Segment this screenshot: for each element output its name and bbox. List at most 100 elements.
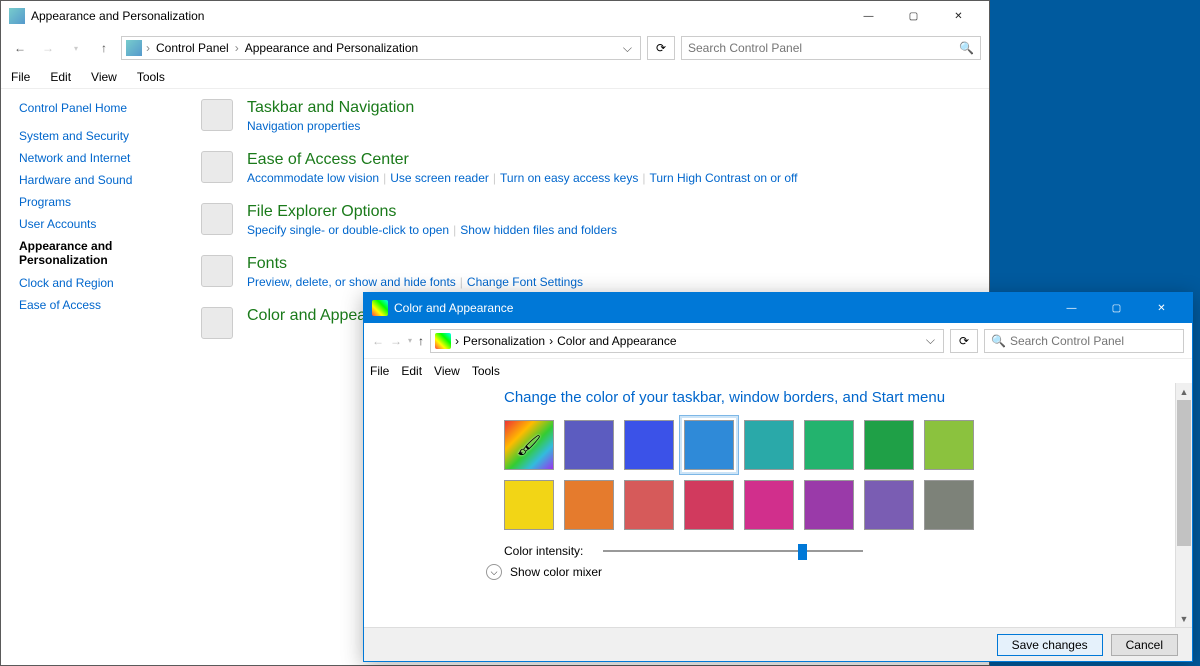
category-links: Navigation properties bbox=[247, 119, 414, 133]
category-sublink[interactable]: Navigation properties bbox=[247, 119, 360, 133]
search-input[interactable] bbox=[688, 41, 959, 55]
maximize-button[interactable]: ▢ bbox=[891, 2, 936, 30]
page-heading: Change the color of your taskbar, window… bbox=[504, 389, 1145, 406]
color-swatch[interactable] bbox=[924, 420, 974, 470]
category-sublink[interactable]: Turn on easy access keys bbox=[500, 171, 638, 185]
maximize-button[interactable]: ▢ bbox=[1094, 294, 1139, 322]
color-swatch[interactable] bbox=[804, 420, 854, 470]
vertical-scrollbar[interactable]: ▲ ▼ bbox=[1175, 383, 1192, 627]
cancel-button[interactable]: Cancel bbox=[1111, 634, 1178, 656]
intensity-label: Color intensity: bbox=[504, 544, 583, 558]
color-swatch[interactable] bbox=[624, 420, 674, 470]
breadcrumb-item[interactable]: Color and Appearance bbox=[557, 334, 676, 348]
back-button[interactable]: ← bbox=[9, 37, 31, 59]
search-icon: 🔍 bbox=[959, 41, 974, 55]
breadcrumb-item[interactable]: Control Panel bbox=[154, 41, 231, 55]
scroll-up-arrow[interactable]: ▲ bbox=[1176, 383, 1192, 400]
category-sublink[interactable]: Turn High Contrast on or off bbox=[649, 171, 797, 185]
color-swatch[interactable] bbox=[864, 480, 914, 530]
category-links: Accommodate low vision | Use screen read… bbox=[247, 171, 798, 185]
recent-dropdown[interactable]: ▾ bbox=[65, 37, 87, 59]
search-box[interactable]: 🔍 bbox=[681, 36, 981, 60]
menu-file[interactable]: File bbox=[370, 364, 389, 378]
sidebar-item-network[interactable]: Network and Internet bbox=[19, 151, 171, 165]
refresh-button[interactable]: ⟳ bbox=[950, 329, 978, 353]
mixer-label: Show color mixer bbox=[510, 565, 602, 579]
category-sublink[interactable]: Show hidden files and folders bbox=[460, 223, 617, 237]
category-heading[interactable]: Taskbar and Navigation bbox=[247, 99, 414, 117]
category-sublink[interactable]: Change Font Settings bbox=[467, 275, 583, 289]
color-swatch[interactable] bbox=[684, 420, 734, 470]
color-swatch[interactable] bbox=[504, 420, 554, 470]
intensity-slider[interactable] bbox=[603, 550, 863, 552]
breadcrumb-item[interactable]: Personalization bbox=[463, 334, 545, 348]
address-bar[interactable]: › Personalization › Color and Appearance… bbox=[430, 329, 944, 353]
sidebar-item-appearance[interactable]: Appearance and Personalization bbox=[19, 239, 171, 268]
category-heading[interactable]: Fonts bbox=[247, 255, 583, 273]
up-button[interactable]: ↑ bbox=[418, 334, 424, 348]
sidebar-item-ease[interactable]: Ease of Access bbox=[19, 298, 171, 312]
color-swatch[interactable] bbox=[744, 480, 794, 530]
category-icon bbox=[201, 203, 233, 235]
color-swatch[interactable] bbox=[924, 480, 974, 530]
menu-file[interactable]: File bbox=[7, 68, 34, 86]
color-swatch[interactable] bbox=[744, 420, 794, 470]
refresh-button[interactable]: ⟳ bbox=[647, 36, 675, 60]
category-row: File Explorer Options Specify single- or… bbox=[201, 203, 969, 237]
address-dropdown[interactable]: ⌵ bbox=[619, 41, 636, 56]
address-icon bbox=[126, 40, 142, 56]
color-swatch[interactable] bbox=[804, 480, 854, 530]
address-dropdown[interactable]: ⌵ bbox=[922, 333, 939, 348]
menu-edit[interactable]: Edit bbox=[401, 364, 422, 378]
color-swatch[interactable] bbox=[564, 420, 614, 470]
titlebar: Color and Appearance — ▢ ✕ bbox=[364, 293, 1192, 323]
scroll-thumb[interactable] bbox=[1177, 400, 1191, 546]
sidebar-item-home[interactable]: Control Panel Home bbox=[19, 101, 171, 115]
titlebar: Appearance and Personalization — ▢ ✕ bbox=[1, 1, 989, 31]
sidebar-item-users[interactable]: User Accounts bbox=[19, 217, 171, 231]
save-changes-button[interactable]: Save changes bbox=[997, 634, 1103, 656]
forward-button[interactable]: → bbox=[390, 334, 402, 348]
address-bar[interactable]: › Control Panel › Appearance and Persona… bbox=[121, 36, 641, 60]
minimize-button[interactable]: — bbox=[846, 2, 891, 30]
menu-edit[interactable]: Edit bbox=[46, 68, 75, 86]
menu-tools[interactable]: Tools bbox=[472, 364, 500, 378]
color-swatch-grid bbox=[504, 420, 1145, 530]
minimize-button[interactable]: — bbox=[1049, 294, 1094, 322]
sidebar-item-programs[interactable]: Programs bbox=[19, 195, 171, 209]
menu-view[interactable]: View bbox=[434, 364, 460, 378]
recent-dropdown[interactable]: ▾ bbox=[408, 336, 412, 345]
address-icon bbox=[435, 333, 451, 349]
color-swatch[interactable] bbox=[504, 480, 554, 530]
sidebar-item-clock[interactable]: Clock and Region bbox=[19, 276, 171, 290]
close-button[interactable]: ✕ bbox=[1139, 294, 1184, 322]
color-swatch[interactable] bbox=[864, 420, 914, 470]
back-button[interactable]: ← bbox=[372, 334, 384, 348]
search-box[interactable]: 🔍 bbox=[984, 329, 1184, 353]
color-swatch[interactable] bbox=[684, 480, 734, 530]
category-heading[interactable]: File Explorer Options bbox=[247, 203, 617, 221]
category-sublink[interactable]: Specify single- or double-click to open bbox=[247, 223, 449, 237]
category-sublink[interactable]: Accommodate low vision bbox=[247, 171, 379, 185]
menu-bar: File Edit View Tools bbox=[1, 65, 989, 89]
forward-button[interactable]: → bbox=[37, 37, 59, 59]
scroll-down-arrow[interactable]: ▼ bbox=[1176, 610, 1192, 627]
category-row: Taskbar and Navigation Navigation proper… bbox=[201, 99, 969, 133]
sidebar-item-hardware[interactable]: Hardware and Sound bbox=[19, 173, 171, 187]
category-sublink[interactable]: Preview, delete, or show and hide fonts bbox=[247, 275, 456, 289]
search-input[interactable] bbox=[1010, 334, 1177, 348]
slider-thumb[interactable] bbox=[798, 544, 807, 560]
menu-tools[interactable]: Tools bbox=[133, 68, 169, 86]
menu-view[interactable]: View bbox=[87, 68, 121, 86]
close-button[interactable]: ✕ bbox=[936, 2, 981, 30]
color-swatch[interactable] bbox=[564, 480, 614, 530]
breadcrumb-item[interactable]: Appearance and Personalization bbox=[243, 41, 420, 55]
category-links: Specify single- or double-click to open … bbox=[247, 223, 617, 237]
category-heading[interactable]: Ease of Access Center bbox=[247, 151, 798, 169]
breadcrumb-separator: › bbox=[455, 334, 459, 348]
sidebar-item-system[interactable]: System and Security bbox=[19, 129, 171, 143]
color-swatch[interactable] bbox=[624, 480, 674, 530]
category-sublink[interactable]: Use screen reader bbox=[390, 171, 489, 185]
up-button[interactable]: ↑ bbox=[93, 37, 115, 59]
color-mixer-toggle[interactable]: ⌵ Show color mixer bbox=[486, 564, 1145, 580]
